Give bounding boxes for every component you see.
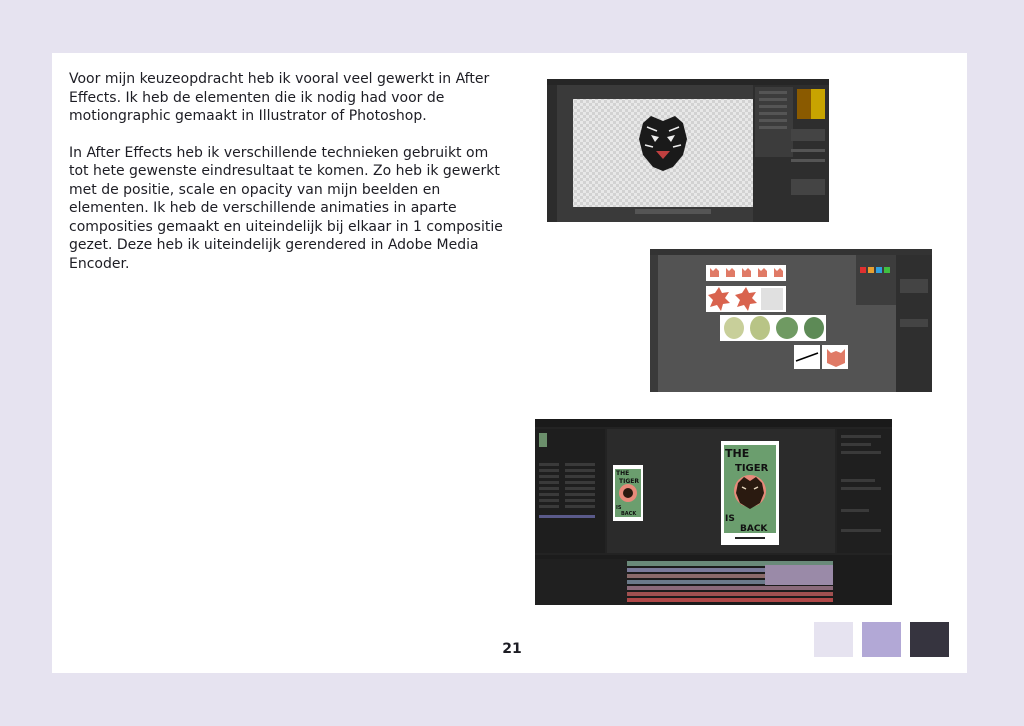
illustrator-screenshot bbox=[650, 249, 932, 392]
paragraph-techniques: In After Effects heb ik verschillende te… bbox=[69, 144, 503, 272]
poster-large: THE TIGER IS BACK bbox=[721, 441, 779, 545]
poster-small: THE TIGER IS BACK bbox=[613, 465, 643, 521]
poster-large-line2: TIGER bbox=[735, 463, 769, 474]
poster-small-line4: BACK bbox=[621, 511, 637, 517]
poster-large-line3: IS bbox=[725, 514, 735, 524]
poster-large-line1: THE bbox=[725, 447, 749, 460]
poster-small-line2: TIGER bbox=[619, 478, 639, 485]
poster-large-line4: BACK bbox=[740, 524, 768, 534]
paragraph-intro: Voor mijn keuzeopdracht heb ik vooral ve… bbox=[69, 71, 490, 124]
photoshop-screenshot bbox=[547, 79, 829, 222]
body-text: Voor mijn keuzeopdracht heb ik vooral ve… bbox=[69, 70, 509, 291]
swatch-dark bbox=[910, 622, 949, 657]
timeline-icon bbox=[535, 559, 833, 605]
document-page: Voor mijn keuzeopdracht heb ik vooral ve… bbox=[52, 53, 967, 673]
after-effects-screenshot: THE TIGER IS BACK THE TIGER IS BACK bbox=[535, 419, 892, 605]
swatch-lavender-light bbox=[814, 622, 853, 657]
page-number: 21 bbox=[502, 641, 522, 657]
swatch-lavender bbox=[862, 622, 901, 657]
poster-small-line1: THE bbox=[616, 470, 629, 477]
